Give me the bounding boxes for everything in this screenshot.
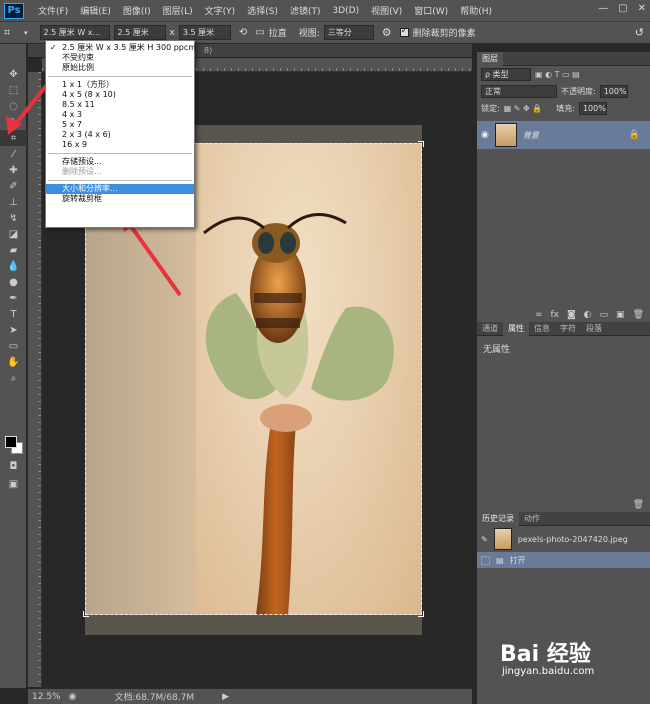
tab-history[interactable]: 历史记录	[477, 511, 519, 526]
dropdown-item-ratio[interactable]: 4 x 5 (8 x 10)	[46, 90, 194, 100]
dropdown-item-size-resolution[interactable]: 大小和分辨率...	[46, 184, 194, 194]
visibility-eye-icon[interactable]: ◉	[481, 130, 489, 140]
properties-footer: 🗑	[633, 500, 644, 510]
layer-filter-row: ρ 类型 ▣ ◐ T ▭ ▤	[477, 66, 650, 83]
dropdown-item-ratio[interactable]: 5 x 7	[46, 120, 194, 130]
new-layer-icon[interactable]: ▣	[616, 310, 625, 320]
filter-icons[interactable]: ▣ ◐ T ▭ ▤	[535, 70, 580, 79]
lock-row: 锁定: ▦ ✎ ✥ 🔒 填充: 100%	[477, 100, 650, 117]
fill-input[interactable]: 100%	[578, 102, 607, 115]
blend-row: 正常 不透明度: 100%	[477, 83, 650, 100]
properties-panel-tabs: 通道 属性 信息 字符 段落	[477, 321, 650, 336]
delete-layer-icon[interactable]: 🗑	[633, 310, 644, 320]
new-group-icon[interactable]: ▭	[600, 310, 609, 320]
tab-character[interactable]: 字符	[555, 322, 581, 336]
tab-channels[interactable]: 通道	[477, 322, 503, 336]
tab-properties[interactable]: 属性	[503, 321, 529, 336]
dropdown-item-ratio[interactable]: 4 x 3	[46, 110, 194, 120]
history-step-name: 打开	[509, 555, 526, 565]
tab-info[interactable]: 信息	[529, 322, 555, 336]
snapshot-thumbnail	[493, 528, 512, 550]
zoom-level[interactable]: 12.5%	[32, 692, 61, 702]
opacity-input[interactable]: 100%	[599, 85, 628, 98]
dropdown-item-unconstrained[interactable]: 不受约束	[46, 53, 194, 63]
dropdown-item-ratio[interactable]: 16 x 9	[46, 140, 194, 150]
lock-icons[interactable]: ▦ ✎ ✥ 🔒	[504, 104, 543, 113]
tab-actions[interactable]: 动作	[519, 512, 545, 526]
properties-content: 无属性	[483, 345, 511, 355]
history-brush-source-icon[interactable]: ✎	[481, 535, 488, 544]
layers-panel-tabs: 图层	[477, 51, 650, 66]
dropdown-item-rotate-crop[interactable]: 旋转裁剪框	[46, 194, 194, 204]
layer-lock-icon: 🔒	[628, 130, 640, 140]
document-size: 文档:68.7M/68.7M	[114, 693, 195, 703]
status-info-icon[interactable]: ◉	[69, 692, 77, 702]
add-mask-icon[interactable]: ◙	[567, 310, 576, 320]
baidu-watermark-url: jingyan.baidu.com	[502, 666, 595, 677]
history-step-open[interactable]: ▤ 打开	[477, 552, 650, 568]
dropdown-item-current-preset[interactable]: 2.5 厘米 W x 3.5 厘米 H 300 ppcm	[46, 43, 196, 53]
dropdown-item-save-preset[interactable]: 存储预设...	[46, 157, 194, 167]
history-panel-tabs: 历史记录 动作	[477, 511, 650, 526]
status-bar: 12.5% ◉ 文档:68.7M/68.7M ▶	[28, 688, 472, 704]
dropdown-item-original-ratio[interactable]: 原始比例	[46, 63, 194, 73]
opacity-label: 不透明度:	[561, 87, 596, 96]
layer-filter-select[interactable]: ρ 类型	[481, 68, 531, 81]
layer-row-background[interactable]: ◉ 背景 🔒	[477, 121, 650, 149]
fx-icon[interactable]: fx	[550, 310, 559, 320]
properties-panel: 通道 属性 信息 字符 段落 无属性 🗑	[476, 321, 650, 512]
dropdown-item-delete-preset: 删除预设...	[62, 167, 102, 176]
dropdown-separator	[48, 180, 192, 181]
baidu-watermark-logo: Bai 经验	[500, 642, 591, 667]
dropdown-item-ratio[interactable]: 1 x 1（方形）	[46, 80, 194, 90]
dropdown-item-ratio[interactable]: 8.5 x 11	[46, 100, 194, 110]
dropdown-separator	[48, 153, 192, 154]
lock-label: 锁定:	[481, 104, 500, 113]
snapshot-name: pexels-photo-2047420.jpeg	[517, 534, 628, 544]
status-expand-arrow-icon[interactable]: ▶	[222, 692, 229, 702]
layer-name[interactable]: 背景	[523, 130, 539, 141]
layers-panel: 图层 ρ 类型 ▣ ◐ T ▭ ▤ 正常 不透明度: 100% 锁定: ▦ ✎ …	[476, 51, 650, 322]
history-step-doc-icon: ▤	[496, 555, 504, 565]
layer-thumbnail	[494, 123, 517, 147]
fill-label: 填充:	[556, 104, 575, 113]
layers-panel-footer: ∞ fx ◙ ◐ ▭ ▣ 🗑	[535, 310, 644, 320]
blend-mode-select[interactable]: 正常	[481, 85, 557, 98]
tab-paragraph[interactable]: 段落	[581, 322, 607, 336]
tab-layers[interactable]: 图层	[477, 51, 503, 66]
delete-icon[interactable]: 🗑	[633, 500, 644, 510]
history-snapshot[interactable]: ✎ pexels-photo-2047420.jpeg	[477, 526, 650, 552]
crop-preset-dropdown: 2.5 厘米 W x 3.5 厘米 H 300 ppcm 不受约束 原始比例 1…	[45, 40, 196, 228]
link-layers-icon[interactable]: ∞	[535, 310, 543, 320]
dropdown-item-ratio[interactable]: 2 x 3 (4 x 6)	[46, 130, 194, 140]
dropdown-separator	[48, 76, 192, 77]
adjustment-icon[interactable]: ◐	[584, 310, 592, 320]
history-step-checkbox-icon[interactable]	[481, 555, 490, 565]
